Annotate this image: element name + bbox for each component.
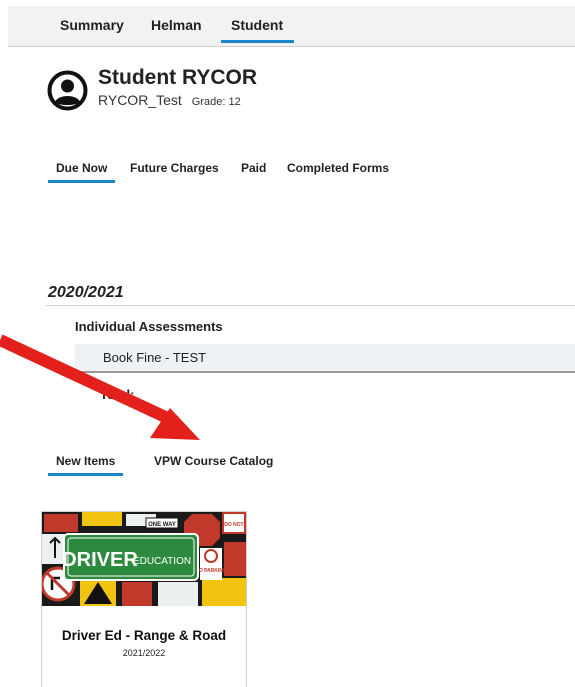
tab-summary[interactable]: Summary (60, 17, 124, 33)
student-name: Student RYCOR (98, 66, 258, 89)
fee-name: Book Fine - TEST (103, 350, 207, 365)
student-info: RYCOR_Test Grade: 12 (98, 92, 241, 108)
tab-new-items[interactable]: New Items (47, 454, 124, 476)
tab-completed-forms[interactable]: Completed Forms (287, 161, 389, 175)
do-not-sign-text: DO NOT (224, 522, 243, 528)
top-nav: Summary Helman Student (8, 6, 575, 47)
page: Summary Helman Student Student RYCOR RYC… (0, 0, 575, 687)
tab-due-now[interactable]: Due Now (47, 161, 116, 183)
school-year-heading: 2020/2021 (48, 284, 124, 301)
one-way-sign-text: ONE WAY (148, 522, 176, 528)
fee-row[interactable]: Book Fine - TEST (75, 344, 575, 373)
user-avatar-icon (47, 70, 88, 111)
course-year: 2021/2022 (122, 648, 166, 658)
course-card[interactable]: ONE WAY DO NOT NO PARKING DRIVER EDUCATI… (41, 511, 247, 687)
tab-student[interactable]: Student (220, 17, 295, 43)
assessment-category: Individual Assessments (75, 319, 223, 334)
tab-vpw-course-catalog[interactable]: VPW Course Catalog (154, 454, 273, 468)
no-parking-sign-text: NO PARKING (195, 568, 227, 574)
tab-paid[interactable]: Paid (241, 161, 266, 175)
total-label: Total: (100, 387, 135, 402)
education-sign-text: EDUCATION (133, 556, 191, 567)
driver-education-image: ONE WAY DO NOT NO PARKING DRIVER EDUCATI… (42, 512, 246, 606)
divider (46, 305, 575, 306)
student-grade: Grade: 12 (191, 96, 241, 108)
student-username: RYCOR_Test (98, 92, 182, 108)
tab-future-charges[interactable]: Future Charges (130, 161, 219, 175)
tab-helman[interactable]: Helman (151, 17, 202, 33)
driver-sign-text: DRIVER (62, 549, 138, 571)
course-title: Driver Ed - Range & Road (61, 628, 227, 643)
